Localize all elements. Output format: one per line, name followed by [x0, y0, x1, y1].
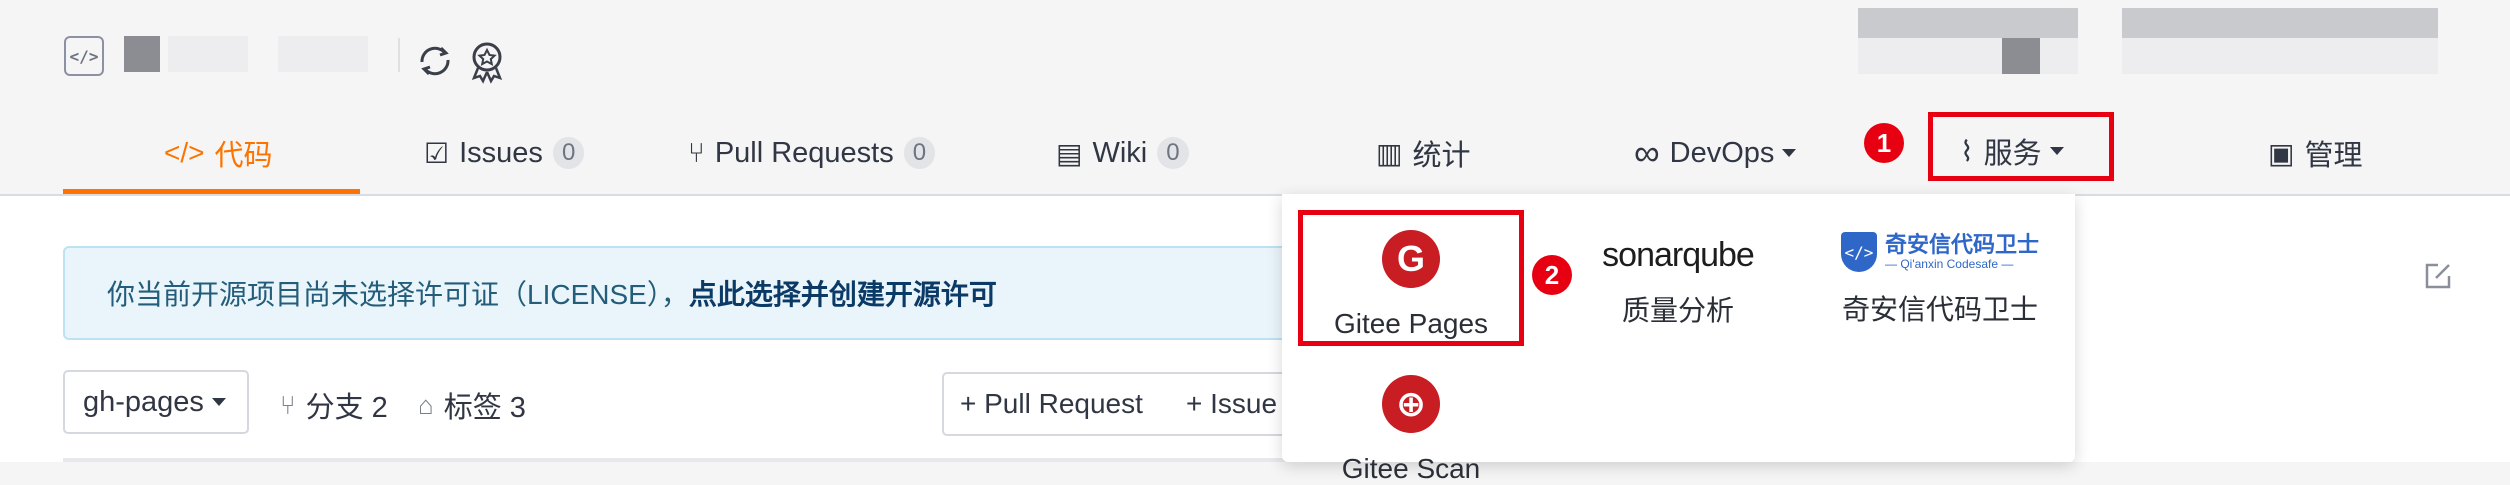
pulse-icon: ⌇	[1960, 135, 1974, 167]
branch-icon: ⑂	[280, 389, 296, 420]
tab-stats[interactable]: ▥ 统计	[1376, 118, 1470, 188]
edit-external-icon[interactable]	[2424, 262, 2452, 290]
annotation-step-2: 2	[1532, 255, 1572, 295]
annotation-step-1: 1	[1864, 123, 1904, 163]
service-quality-analysis-label: 质量分析	[1621, 295, 1734, 326]
pull-requests-count-badge: 0	[903, 137, 936, 169]
tab-wiki-label: Wiki	[1092, 136, 1148, 169]
branches-count: 分支 2	[305, 392, 388, 424]
tab-stats-label: 统计	[1412, 140, 1471, 172]
code-icon: </>	[164, 137, 205, 168]
qianxin-logo: </> 奇安信代码卫士 — Qi'anxin Codesafe —	[1830, 232, 2050, 272]
sonarqube-logo: sonarqube	[1602, 236, 1755, 274]
tab-code-label: 代码	[214, 140, 273, 172]
tab-pull-requests-label: Pull Requests	[714, 136, 894, 169]
sync-icon[interactable]	[414, 40, 456, 87]
gitee-logo-icon: G	[1382, 230, 1440, 288]
tab-services-label: 服务	[1983, 138, 2042, 170]
blurred-owner-avatar	[124, 36, 160, 72]
new-issue-button[interactable]: + Issue	[1170, 372, 1300, 436]
service-qianxin-label: 奇安信代码卫士	[1841, 294, 2038, 325]
blurred-top-right-4	[2122, 8, 2438, 38]
branch-caret-icon	[211, 398, 226, 406]
pull-request-icon: ⑂	[688, 137, 705, 168]
tab-code[interactable]: </> 代码	[164, 118, 273, 188]
branches-link[interactable]: ⑂ 分支 2	[280, 384, 388, 426]
new-pull-request-button[interactable]: + Pull Request	[942, 372, 1172, 436]
tab-manage[interactable]: ▣ 管理	[2268, 118, 2362, 188]
devops-caret-icon	[1782, 149, 1797, 157]
infinity-icon: ∞	[1634, 132, 1660, 173]
bar-chart-icon: ▥	[1376, 137, 1403, 169]
service-gitee-pages-label: Gitee Pages	[1333, 308, 1489, 339]
blurred-repo-name-2	[278, 36, 368, 72]
issues-icon: ☑	[424, 137, 450, 169]
tab-issues[interactable]: ☑ Issues 0	[424, 118, 585, 188]
wiki-count-badge: 0	[1157, 137, 1189, 169]
tab-pull-requests[interactable]: ⑂ Pull Requests 0	[688, 118, 936, 188]
services-caret-icon	[2049, 147, 2064, 155]
shield-code-icon: </>	[1840, 232, 1877, 272]
tab-issues-label: Issues	[459, 136, 543, 169]
license-notice-text: 你当前开源项目尚未选择许可证（LICENSE），	[107, 279, 689, 310]
blurred-top-right-1	[1858, 8, 2078, 38]
active-tab-underline	[63, 189, 360, 194]
issues-count-badge: 0	[552, 137, 585, 169]
tags-link[interactable]: ⌂ 标签 3	[418, 384, 526, 426]
tags-count: 标签 3	[443, 392, 526, 424]
blurred-top-right-3	[2002, 38, 2040, 74]
branch-select[interactable]: gh-pages	[63, 370, 249, 434]
license-notice: 你当前开源项目尚未选择许可证（LICENSE）， 点此选择并创建开源许可	[63, 246, 1313, 340]
service-quality-analysis[interactable]: sonarqube 质量分析	[1590, 236, 1766, 329]
service-gitee-scan-label: Gitee Scan	[1341, 453, 1481, 484]
tab-devops[interactable]: ∞ DevOps	[1634, 118, 1797, 188]
repo-code-icon: </>	[64, 36, 104, 76]
award-badge-icon[interactable]	[466, 40, 508, 89]
tab-wiki[interactable]: ▤ Wiki 0	[1056, 118, 1189, 188]
gitee-scan-icon: ⊕	[1382, 375, 1440, 433]
tab-devops-label: DevOps	[1669, 136, 1775, 169]
blurred-top-right-5	[2122, 38, 2438, 74]
header-divider	[398, 38, 400, 72]
settings-doc-icon: ▣	[2268, 137, 2295, 169]
blurred-top-right-2	[1858, 38, 2078, 74]
tag-icon: ⌂	[418, 389, 434, 420]
file-list-top-border	[63, 458, 1303, 462]
blurred-repo-name	[168, 36, 248, 72]
branch-select-value: gh-pages	[83, 385, 204, 418]
service-qianxin-codesafe[interactable]: </> 奇安信代码卫士 — Qi'anxin Codesafe — 奇安信代码卫…	[1830, 232, 2050, 328]
wiki-book-icon: ▤	[1056, 137, 1083, 169]
service-gitee-scan[interactable]: ⊕ Gitee Scan	[1303, 375, 1519, 485]
tab-services[interactable]: ⌇ 服务	[1960, 116, 2064, 186]
license-create-link[interactable]: 点此选择并创建开源许可	[689, 273, 997, 313]
tab-manage-label: 管理	[2304, 140, 2363, 172]
service-gitee-pages[interactable]: G Gitee Pages	[1303, 230, 1519, 340]
